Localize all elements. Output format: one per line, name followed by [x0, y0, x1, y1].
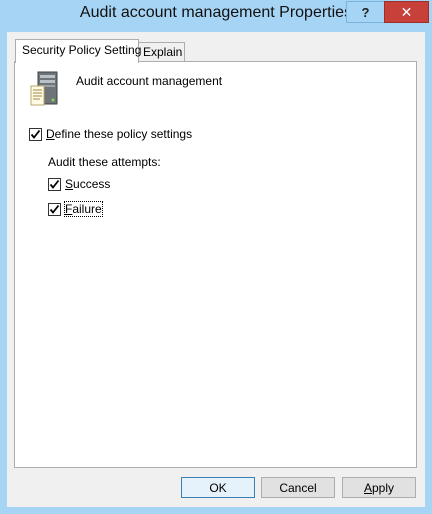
title-bar[interactable]: Audit account management Properties ? ✕ — [0, 0, 432, 32]
tab-label: Security Policy Setting — [22, 43, 142, 57]
close-button[interactable]: ✕ — [384, 1, 429, 23]
policy-name: Audit account management — [76, 74, 223, 88]
checkmark-icon — [49, 179, 60, 189]
ok-button[interactable]: OK — [181, 477, 255, 498]
failure-checkbox-row[interactable]: Failure — [48, 201, 103, 217]
success-checkbox-row[interactable]: Success — [48, 177, 110, 191]
close-icon: ✕ — [400, 3, 413, 20]
checkmark-icon — [49, 204, 60, 214]
policy-server-icon — [30, 71, 58, 106]
success-label: Success — [65, 177, 111, 191]
properties-window: Audit account management Properties ? ✕ … — [0, 0, 432, 514]
cancel-button[interactable]: Cancel — [261, 477, 335, 498]
success-checkbox[interactable] — [48, 177, 61, 191]
define-settings-label: Define these policy settings — [46, 127, 193, 141]
apply-button[interactable]: Apply — [342, 477, 416, 498]
audit-attempts-label: Audit these attempts: — [48, 155, 161, 169]
failure-label: Failure — [64, 201, 103, 217]
dialog-client-area: Security Policy Setting Explain Audit ac… — [7, 32, 425, 507]
define-settings-checkbox-row[interactable]: Define these policy settings — [29, 127, 192, 141]
tab-explain[interactable]: Explain — [138, 42, 185, 62]
help-button[interactable]: ? — [346, 1, 385, 23]
tab-panel: Audit account management Define these po… — [14, 61, 417, 468]
define-settings-checkbox[interactable] — [29, 127, 42, 141]
tab-security-policy-setting[interactable]: Security Policy Setting — [15, 39, 142, 63]
checkmark-icon — [30, 129, 41, 139]
help-icon: ? — [361, 4, 370, 20]
failure-checkbox[interactable] — [48, 202, 61, 216]
tab-label: Explain — [143, 45, 183, 59]
